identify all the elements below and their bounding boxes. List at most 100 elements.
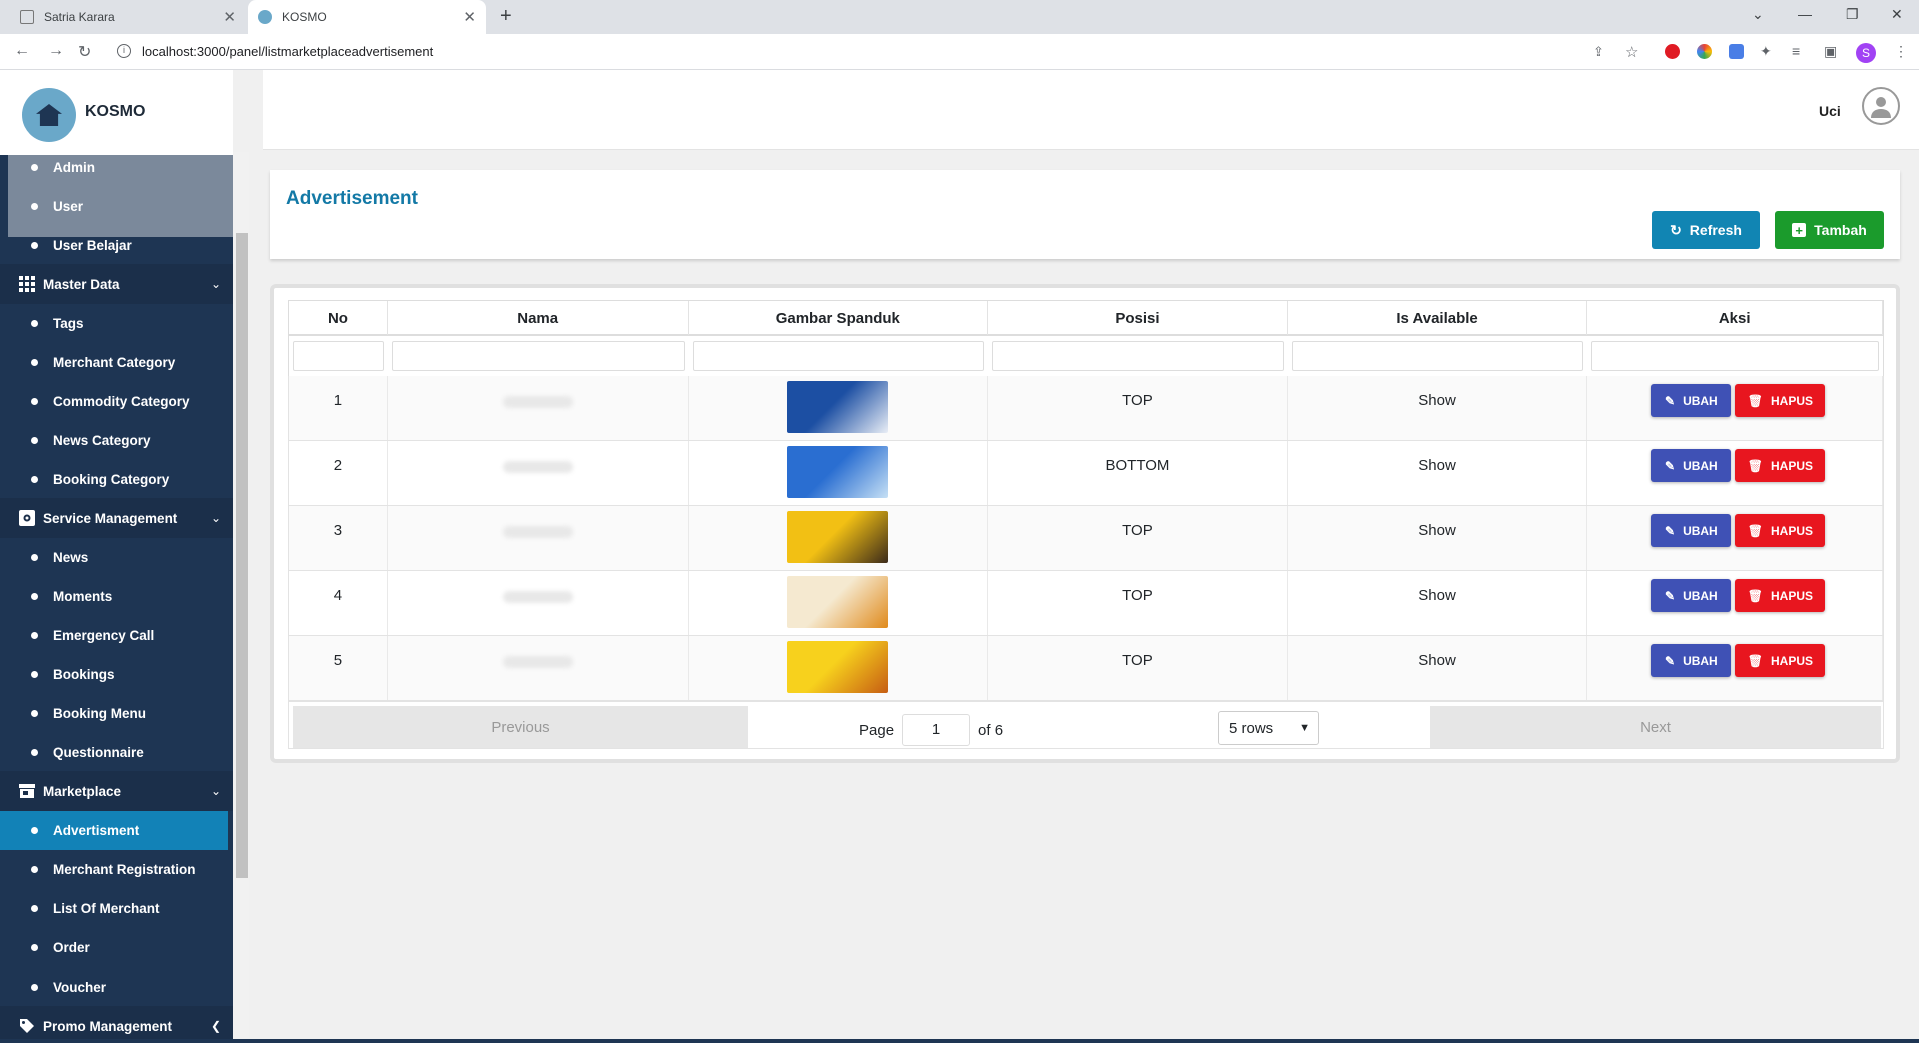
close-window-button[interactable]: ✕ (1891, 6, 1903, 23)
close-icon[interactable]: ✕ (223, 8, 236, 26)
filter-input[interactable] (293, 341, 384, 371)
sidebar-item-news-category[interactable]: News Category (0, 421, 233, 460)
delete-button[interactable]: 🗑 HAPUS (1735, 579, 1826, 612)
page-title: Advertisement (286, 188, 418, 209)
column-header[interactable]: Aksi (1587, 301, 1883, 335)
banner-thumbnail[interactable] (786, 381, 888, 433)
sidebar: KOSMO Admin User User Belajar Master Data ⌄ T… (0, 70, 233, 1040)
browser-tab-kosmo[interactable]: KOSMO ✕ (248, 0, 486, 34)
sidebar-item-moments[interactable]: Moments (0, 577, 233, 616)
new-tab-button[interactable]: + (500, 5, 512, 28)
sidebar-scrollbar-thumb[interactable] (236, 233, 248, 878)
edit-button[interactable]: ✎ UBAH (1651, 449, 1732, 482)
sidebar-item-emergency-call[interactable]: Emergency Call (0, 616, 233, 655)
avatar[interactable] (1862, 87, 1900, 125)
bookmark-star-icon[interactable]: ☆ (1625, 43, 1638, 61)
sidebar-item-label: Merchant Registration (53, 862, 196, 877)
next-button[interactable]: Next (1430, 706, 1881, 748)
sidebar-item-list-of-merchant[interactable]: List Of Merchant (0, 889, 233, 928)
minimize-button[interactable]: — (1798, 6, 1812, 22)
edit-button[interactable]: ✎ UBAH (1651, 514, 1732, 547)
filter-row (288, 336, 1884, 376)
extension-chrome-icon[interactable] (1697, 44, 1712, 59)
column-header[interactable]: Nama (388, 301, 689, 335)
sidebar-group-label: Marketplace (43, 783, 122, 799)
sidebar-item-tags[interactable]: Tags (0, 304, 233, 343)
refresh-button[interactable]: ↻ Refresh (1652, 211, 1760, 249)
user-name[interactable]: Uci (1819, 103, 1841, 119)
sidebar-item-merchant-category[interactable]: Merchant Category (0, 343, 233, 382)
reading-list-icon[interactable]: ≡ (1792, 43, 1800, 59)
filter-input[interactable] (1291, 341, 1584, 371)
sidebar-group-service-management[interactable]: Service Management ⌄ (0, 498, 233, 538)
rows-per-page-select[interactable]: 5 rows ▼ (1218, 711, 1319, 745)
sidebar-group-marketplace[interactable]: Marketplace ⌄ (0, 771, 233, 811)
profile-avatar[interactable]: S (1856, 43, 1876, 63)
table-row: 2 BOTTOM Show ✎ UBAH 🗑 HAPUS (288, 441, 1884, 506)
sidebar-item-questionnaire[interactable]: Questionnaire (0, 733, 233, 772)
column-header[interactable]: No (289, 301, 388, 335)
sidebar-item-booking-category[interactable]: Booking Category (0, 460, 233, 499)
brand[interactable]: KOSMO (0, 70, 233, 155)
reload-icon[interactable]: ↻ (78, 42, 91, 62)
browser-menu-icon[interactable]: ⋮ (1894, 43, 1908, 60)
banner-thumbnail[interactable] (786, 641, 888, 693)
delete-button[interactable]: 🗑 HAPUS (1735, 644, 1826, 677)
previous-button[interactable]: Previous (293, 706, 748, 748)
side-panel-icon[interactable]: ▣ (1824, 43, 1837, 60)
banner-thumbnail[interactable] (786, 576, 888, 628)
sidebar-item-admin[interactable]: Admin (0, 148, 233, 187)
sidebar-item-commodity-category[interactable]: Commodity Category (0, 382, 233, 421)
sidebar-item-booking-menu[interactable]: Booking Menu (0, 694, 233, 733)
bullet-icon (31, 203, 38, 210)
sidebar-item-user[interactable]: User (0, 187, 233, 226)
column-header[interactable]: Is Available (1288, 301, 1588, 335)
forward-icon[interactable]: → (48, 42, 64, 60)
share-icon[interactable]: ⇪ (1593, 44, 1604, 60)
column-header[interactable]: Gambar Spanduk (689, 301, 989, 335)
sidebar-group-promo-management[interactable]: Promo Management ❮ (0, 1006, 233, 1040)
filter-input[interactable] (391, 341, 685, 371)
kosmo-logo (22, 88, 76, 142)
sidebar-item-voucher[interactable]: Voucher (0, 968, 233, 1007)
bullet-icon (31, 476, 38, 483)
bullet-icon (31, 749, 38, 756)
banner-thumbnail[interactable] (786, 446, 888, 498)
edit-button[interactable]: ✎ UBAH (1651, 579, 1732, 612)
add-button[interactable]: + Tambah (1775, 211, 1884, 249)
banner-thumbnail[interactable] (786, 511, 888, 563)
sidebar-item-bookings[interactable]: Bookings (0, 655, 233, 694)
filter-cell (988, 336, 1288, 376)
sidebar-item-label: Tags (53, 316, 84, 331)
filter-input[interactable] (992, 341, 1284, 371)
tab-search-icon[interactable]: ⌄ (1752, 6, 1764, 23)
extension-opera-icon[interactable] (1665, 44, 1680, 59)
sidebar-item-advertisment[interactable]: Advertisment (0, 811, 228, 850)
extension-translate-icon[interactable] (1729, 44, 1744, 59)
user-icon (1871, 97, 1891, 118)
extensions-puzzle-icon[interactable]: ✦ (1760, 43, 1772, 60)
restore-button[interactable]: ❐ (1846, 6, 1859, 23)
name-redacted (502, 591, 573, 603)
column-header[interactable]: Posisi (988, 301, 1288, 335)
delete-button[interactable]: 🗑 HAPUS (1735, 449, 1826, 482)
browser-tab-satria[interactable]: Satria Karara ✕ (10, 0, 246, 34)
page-number-input[interactable]: 1 (902, 714, 971, 746)
url-field[interactable]: localhost:3000/panel/listmarketplaceadve… (142, 44, 433, 59)
sidebar-group-master-data[interactable]: Master Data ⌄ (0, 264, 233, 304)
browser-tab-title: KOSMO (282, 10, 327, 24)
delete-button[interactable]: 🗑 HAPUS (1735, 514, 1826, 547)
sidebar-item-order[interactable]: Order (0, 928, 233, 967)
site-info-icon[interactable]: i (117, 44, 131, 58)
edit-button[interactable]: ✎ UBAH (1651, 644, 1732, 677)
edit-button[interactable]: ✎ UBAH (1651, 384, 1732, 417)
close-icon[interactable]: ✕ (463, 8, 476, 26)
delete-label: HAPUS (1770, 653, 1813, 668)
back-icon[interactable]: ← (14, 42, 30, 60)
sidebar-item-user-belajar[interactable]: User Belajar (0, 226, 233, 265)
filter-input[interactable] (1591, 341, 1879, 371)
filter-input[interactable] (692, 341, 985, 371)
sidebar-item-merchant-registration[interactable]: Merchant Registration (0, 850, 233, 889)
delete-button[interactable]: 🗑 HAPUS (1735, 384, 1826, 417)
sidebar-item-news[interactable]: News (0, 538, 233, 577)
